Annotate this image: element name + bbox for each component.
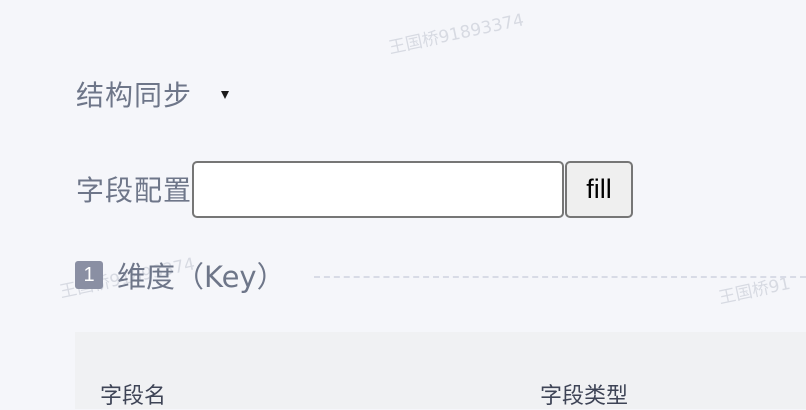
field-config-row: 字段配置 fill [76,160,634,218]
fill-button[interactable]: fill [565,160,634,218]
section-title: 维度（Key） [117,260,286,294]
section-heading: 1 维度（Key） [75,256,806,294]
structure-sync-dropdown[interactable]: 结构同步 [76,74,230,114]
section-index-badge: 1 [75,261,103,289]
section-divider [313,276,806,278]
field-config-input[interactable] [192,160,565,218]
column-header-field-type: 字段类型 [540,384,629,409]
caret-down-icon[interactable] [221,91,230,99]
table-header: 字段名 字段类型 [75,332,806,409]
structure-sync-label: 结构同步 [76,79,193,112]
column-header-field-name: 字段名 [100,384,167,409]
watermark: 王国桥91893374 [387,10,526,59]
field-config-label: 字段配置 [76,174,193,207]
